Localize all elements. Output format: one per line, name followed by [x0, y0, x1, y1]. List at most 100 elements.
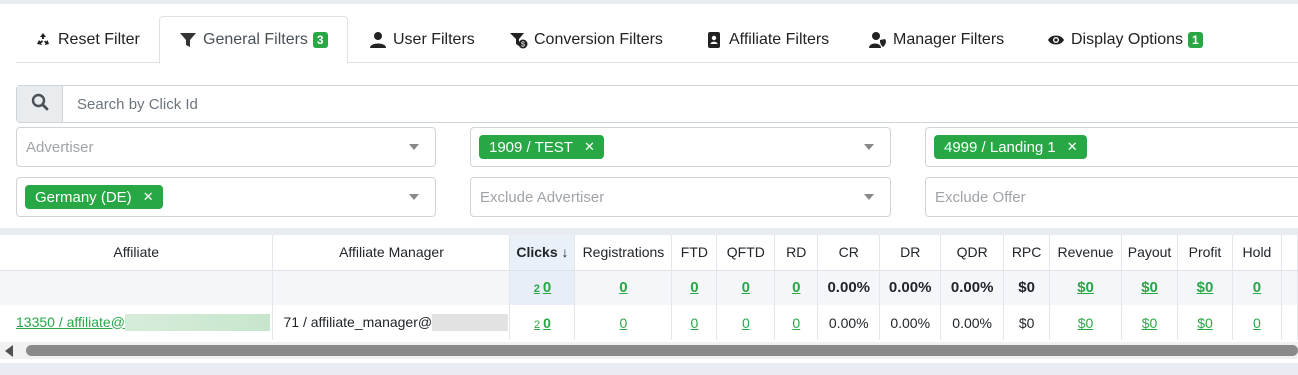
col-qftd[interactable]: QFTD	[716, 235, 776, 271]
filter-tabs: Reset Filter General Filters 3 User Filt…	[16, 16, 1298, 64]
eye-icon	[1047, 31, 1065, 49]
dr-cell: 0.00%	[879, 305, 942, 340]
recycle-icon	[34, 31, 52, 49]
payout-link[interactable]: $0	[1142, 315, 1158, 331]
totals-revenue-link[interactable]: $0	[1077, 279, 1094, 296]
totals-overflow	[1281, 270, 1298, 305]
remove-chip-icon[interactable]: ✕	[1067, 139, 1078, 155]
qftd-link[interactable]: 0	[742, 315, 750, 331]
totals-rd-link[interactable]: 0	[792, 279, 800, 296]
clicks-small[interactable]: 2	[534, 319, 540, 331]
exclude-offer-select[interactable]: Exclude Offer	[925, 177, 1298, 217]
row-overflow	[1281, 305, 1298, 340]
tab-user-filters[interactable]: User Filters	[369, 16, 475, 63]
stats-table: Affiliate Affiliate Manager Clicks ↓ Reg…	[0, 235, 1298, 340]
tab-label: General Filters	[203, 31, 308, 48]
totals-hold-link[interactable]: 0	[1253, 279, 1261, 296]
totals-clicks: 20	[509, 270, 576, 305]
chevron-down-icon[interactable]	[864, 144, 874, 150]
hold-link[interactable]: 0	[1253, 315, 1261, 331]
chevron-down-icon[interactable]	[864, 194, 874, 200]
affiliate-link[interactable]: 13350 / affiliate@	[16, 314, 125, 330]
tab-manager-filters[interactable]: Manager Filters	[869, 16, 1004, 63]
rpc-cell: $0	[1003, 305, 1051, 340]
selected-chip: 1909 / TEST ✕	[479, 135, 604, 159]
col-revenue[interactable]: Revenue	[1049, 235, 1123, 271]
scroll-left-arrow-icon[interactable]	[5, 345, 13, 357]
revenue-link[interactable]: $0	[1078, 315, 1094, 331]
tab-reset-filter[interactable]: Reset Filter	[34, 16, 140, 63]
remove-chip-icon[interactable]: ✕	[584, 139, 595, 155]
redacted-block	[124, 314, 270, 332]
totals-ftd-link[interactable]: 0	[690, 279, 698, 296]
chevron-down-icon[interactable]	[409, 194, 419, 200]
rd-link[interactable]: 0	[792, 315, 800, 331]
totals-qdr: 0.00%	[940, 270, 1005, 305]
scrollbar-thumb[interactable]	[26, 345, 1298, 356]
offer-select[interactable]: 1909 / TEST ✕	[470, 127, 891, 167]
col-registrations[interactable]: Registrations	[574, 235, 673, 271]
registrations-link[interactable]: 0	[620, 315, 628, 331]
qdr-cell: 0.00%	[940, 305, 1005, 340]
manager-text: 71 / affiliate_manager@	[283, 313, 433, 330]
tab-display-options[interactable]: Display Options 1	[1047, 16, 1203, 63]
totals-clicks-small[interactable]: 2	[534, 283, 540, 295]
ftd-link[interactable]: 0	[690, 315, 698, 331]
totals-qftd: 0	[716, 270, 776, 305]
filter-icon	[179, 31, 197, 49]
totals-qftd-link[interactable]: 0	[742, 279, 750, 296]
col-rd[interactable]: RD	[774, 235, 819, 271]
totals-clicks-value[interactable]: 0	[543, 279, 551, 296]
redacted-block	[432, 314, 509, 332]
horizontal-scrollbar[interactable]	[0, 342, 1298, 359]
chip-label: Germany (DE)	[35, 188, 132, 206]
ftd-cell: 0	[671, 305, 718, 340]
svg-text:$: $	[521, 41, 525, 48]
search-button[interactable]	[17, 86, 63, 122]
registrations-cell: 0	[574, 305, 673, 340]
profit-link[interactable]: $0	[1197, 315, 1213, 331]
col-qdr[interactable]: QDR	[940, 235, 1005, 271]
payout-cell: $0	[1121, 305, 1179, 340]
col-hold[interactable]: Hold	[1232, 235, 1282, 271]
col-clicks[interactable]: Clicks ↓	[509, 235, 576, 271]
totals-cr: 0.00%	[817, 270, 881, 305]
select-placeholder: Exclude Advertiser	[480, 188, 605, 206]
table-header-row: Affiliate Affiliate Manager Clicks ↓ Reg…	[0, 235, 1298, 271]
user-icon	[369, 31, 387, 49]
col-payout[interactable]: Payout	[1121, 235, 1179, 271]
selected-chip: 4999 / Landing 1 ✕	[934, 135, 1087, 159]
remove-chip-icon[interactable]: ✕	[143, 189, 154, 205]
totals-payout-link[interactable]: $0	[1141, 279, 1158, 296]
totals-profit-link[interactable]: $0	[1197, 279, 1214, 296]
col-ftd[interactable]: FTD	[671, 235, 718, 271]
landing-select[interactable]: 4999 / Landing 1 ✕	[925, 127, 1298, 167]
hold-cell: 0	[1232, 305, 1282, 340]
totals-dr: 0.00%	[879, 270, 942, 305]
totals-rd: 0	[774, 270, 819, 305]
search-input[interactable]	[63, 86, 1298, 122]
chevron-down-icon[interactable]	[409, 144, 419, 150]
exclude-advertiser-select[interactable]: Exclude Advertiser	[470, 177, 891, 217]
col-cr[interactable]: CR	[817, 235, 881, 271]
table-row: 13350 / affiliate@ 71 / affiliate_manage…	[0, 305, 1298, 340]
col-affiliate-manager[interactable]: Affiliate Manager	[272, 235, 511, 271]
col-rpc[interactable]: RPC	[1003, 235, 1051, 271]
profit-cell: $0	[1177, 305, 1233, 340]
tab-general-filters[interactable]: General Filters 3	[159, 16, 348, 64]
col-profit[interactable]: Profit	[1177, 235, 1233, 271]
qftd-cell: 0	[716, 305, 776, 340]
chip-label: 4999 / Landing 1	[944, 138, 1056, 156]
funnel-dollar-icon: $	[510, 31, 528, 49]
filter-panel: Reset Filter General Filters 3 User Filt…	[0, 4, 1298, 228]
totals-registrations-link[interactable]: 0	[619, 279, 627, 296]
country-select[interactable]: Germany (DE) ✕	[16, 177, 436, 217]
advertiser-select[interactable]: Advertiser	[16, 127, 436, 167]
tab-conversion-filters[interactable]: $ Conversion Filters	[510, 16, 663, 63]
col-affiliate[interactable]: Affiliate	[0, 235, 274, 271]
clicks-value[interactable]: 0	[543, 315, 551, 331]
count-badge: 1	[1188, 31, 1203, 48]
tab-label: Display Options	[1071, 30, 1184, 48]
col-dr[interactable]: DR	[879, 235, 942, 271]
tab-affiliate-filters[interactable]: Affiliate Filters	[705, 16, 829, 63]
